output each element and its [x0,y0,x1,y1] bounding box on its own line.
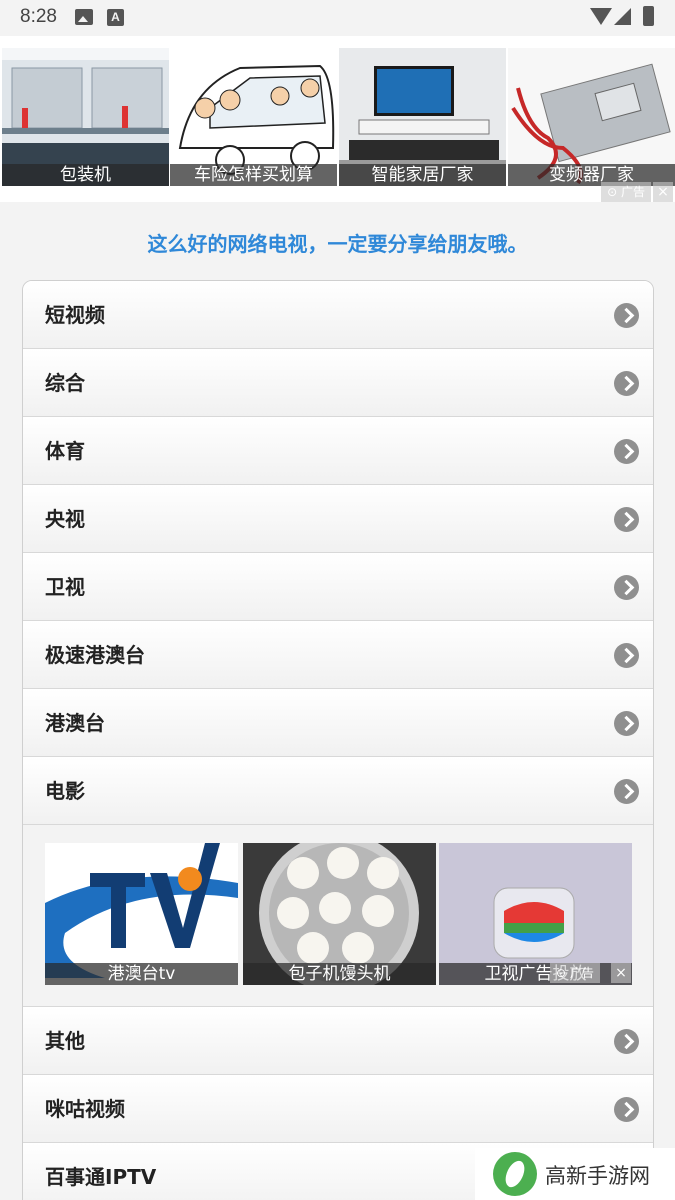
ad-label: ⊙ 广告 [550,963,600,983]
watermark-text: 高新手游网 [545,1164,650,1188]
ad-caption: 车险怎样买划算 [170,164,337,186]
ad-caption: 港澳台tv [45,963,238,985]
ad-tile-smart-home[interactable]: 智能家居厂家 [339,48,506,186]
ad-close-button[interactable]: × [653,182,673,202]
gallery-icon [75,9,93,25]
chevron-right-icon [614,507,639,532]
battery-icon [643,6,654,26]
menu-item-label: 短视频 [45,303,105,327]
ad-caption: 智能家居厂家 [339,164,506,186]
inline-ad-banner: 港澳台tv 包子机馒头机 卫视广告投放 ⊙ 广告 × [23,825,653,1007]
ad-tile-satellite-ads[interactable]: 卫视广告投放 [439,843,632,985]
ad-tile-bun-machine[interactable]: 包子机馒头机 [243,843,436,985]
menu-item-label: 综合 [45,371,85,395]
ad-tile-hk-tv[interactable]: 港澳台tv [45,843,238,985]
chevron-right-icon [614,575,639,600]
status-bar: 8:28 A [0,0,675,36]
ad-caption: 包装机 [2,164,169,186]
info-icon: ⊙ [607,185,618,199]
menu-item-short-video[interactable]: 短视频 [23,281,653,349]
menu-item-label: 电影 [45,779,85,803]
status-time: 8:28 [20,6,57,27]
menu-item-general[interactable]: 综合 [23,349,653,417]
category-list: 短视频 综合 体育 央视 卫视 极速港澳台 港澳台 电影 港澳台tv 包子机馒头… [22,280,654,1200]
menu-item-movies[interactable]: 电影 [23,757,653,825]
menu-item-hk-macau-tw[interactable]: 港澳台 [23,689,653,757]
menu-item-other[interactable]: 其他 [23,1007,653,1075]
menu-item-label: 百事通IPTV [45,1165,157,1189]
ad-tile-packaging[interactable]: 包装机 [2,48,169,186]
ad-tile-car-insurance[interactable]: 车险怎样买划算 [170,48,337,186]
menu-item-label: 央视 [45,507,85,531]
wifi-icon [590,8,612,25]
menu-item-satellite[interactable]: 卫视 [23,553,653,621]
menu-item-label: 咪咕视频 [45,1097,125,1121]
chevron-right-icon [614,439,639,464]
top-ad-banner: 包装机 车险怎样买划算 智能家居厂家 变频器厂家 ⊙ 广告 × [0,36,675,202]
menu-item-label: 港澳台 [45,711,105,735]
menu-item-label: 卫视 [45,575,85,599]
chevron-right-icon [614,643,639,668]
chevron-right-icon [614,303,639,328]
ad-caption: 卫视广告投放 [439,963,632,985]
info-icon: ⊙ [556,966,567,980]
ad-label: ⊙ 广告 [601,182,651,202]
chevron-right-icon [614,779,639,804]
menu-item-sports[interactable]: 体育 [23,417,653,485]
menu-item-fast-hk-macau-tw[interactable]: 极速港澳台 [23,621,653,689]
share-slogan: 这么好的网络电视，一定要分享给朋友哦。 [147,232,528,256]
chevron-right-icon [614,1097,639,1122]
ad-caption: 包子机馒头机 [243,963,436,985]
menu-item-migu-video[interactable]: 咪咕视频 [23,1075,653,1143]
menu-item-label: 其他 [45,1029,85,1053]
ad-close-button[interactable]: × [611,963,631,983]
font-icon: A [107,9,124,26]
ad-tile-inverter[interactable]: 变频器厂家 [508,48,675,186]
menu-item-label: 极速港澳台 [45,643,145,667]
chevron-right-icon [614,1029,639,1054]
menu-item-label: 体育 [45,439,85,463]
chevron-right-icon [614,711,639,736]
menu-item-cctv[interactable]: 央视 [23,485,653,553]
signal-icon [614,8,631,25]
site-watermark: 高新手游网 [475,1148,675,1200]
leaf-logo-icon [493,1152,537,1196]
chevron-right-icon [614,371,639,396]
